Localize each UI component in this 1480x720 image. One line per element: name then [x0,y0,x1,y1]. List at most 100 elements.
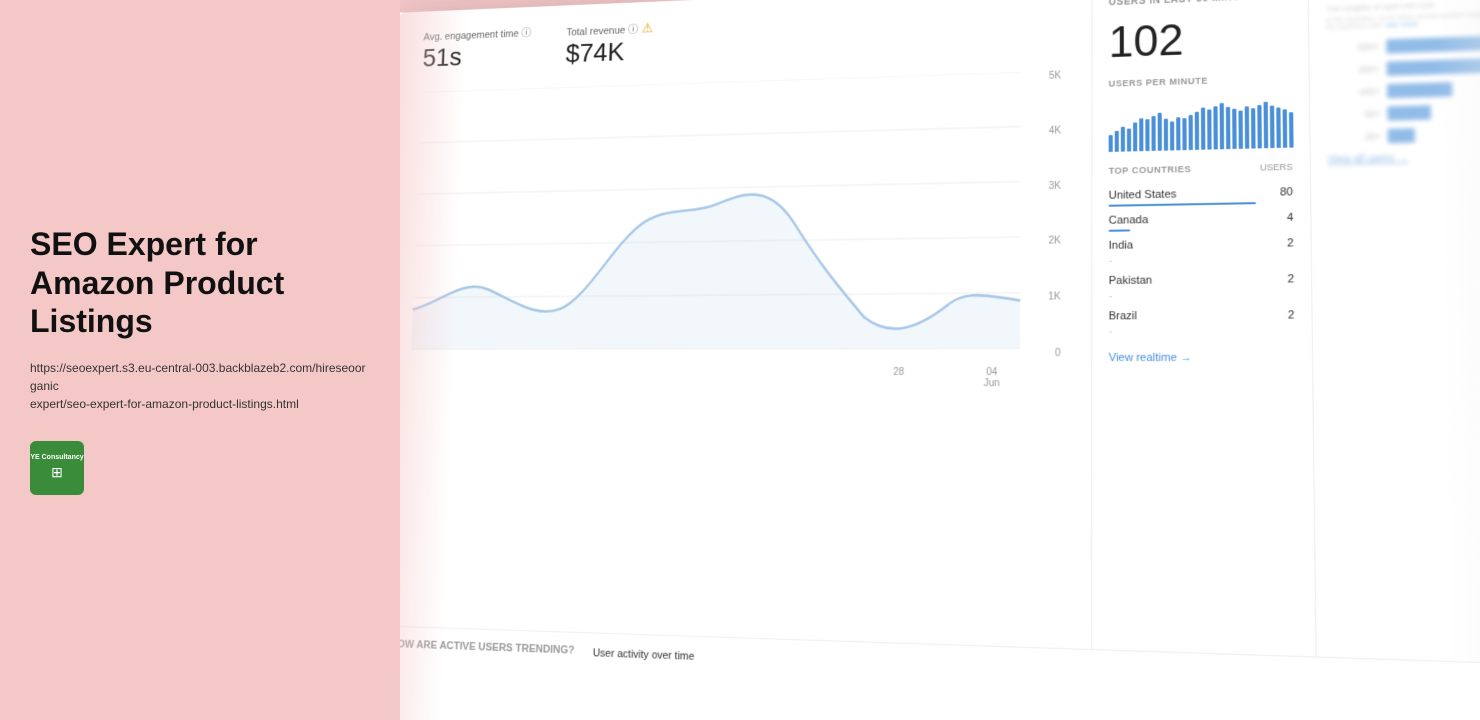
mini-bar-item [1264,102,1269,148]
country-count: 2 [1287,273,1294,285]
blurred-bar-fill [1387,105,1431,121]
country-item: Canada 4 [1109,212,1294,232]
right-panel: Avg. engagement time ⓘ 51s Total revenue… [400,0,1480,720]
mini-bar-item [1283,110,1288,148]
mini-bar-item [1213,106,1217,150]
country-name: Brazil [1109,310,1137,322]
blurred-bar-fill [1387,82,1453,98]
mini-bar-item [1189,115,1193,150]
users-per-min-label: USERS PER MINUTE [1109,73,1292,89]
right-side-panel: LIFETIME VALUE BY FIRST USER The heights… [1307,0,1480,666]
blurred-bar-row: 25+ [1327,125,1480,145]
view-realtime-link[interactable]: View realtime → [1109,352,1295,364]
mini-bar-item [1257,104,1262,148]
country-item: India2- [1109,237,1294,267]
top-countries-label: TOP COUNTRIES [1109,164,1191,176]
line-chart-svg [411,72,1021,350]
blurred-bar-fill [1386,35,1480,54]
analytics-inner: Avg. engagement time ⓘ 51s Total revenue… [400,0,1480,666]
country-name: Canada [1109,214,1149,227]
mini-bar-item [1127,128,1131,151]
country-name: Pakistan [1109,275,1152,288]
country-bar [1109,229,1131,231]
country-name: United States [1109,188,1177,201]
mini-bar-item [1289,112,1294,148]
mini-bar-item [1158,113,1162,151]
blurred-bar-label: 250+ [1327,64,1381,76]
mini-bar-item [1121,127,1125,152]
mini-bar-item [1109,135,1113,152]
blurred-bar-label: 500+ [1326,42,1380,54]
mini-bar-item [1151,116,1155,151]
user-activity-label: User activity over time [593,647,695,663]
line-chart-container: 5K 4K 3K 2K 1K 0 28 04Jun [409,70,1071,389]
y-label-3k: 3K [1049,180,1061,191]
mini-bar-item [1133,122,1137,151]
how-trending-label: HOW ARE ACTIVE USERS TRENDING? [400,638,575,656]
view-all-link[interactable]: View all users → [1328,150,1480,166]
y-label-5k: 5K [1049,71,1061,82]
logo-icon: ⊞ [51,464,63,481]
blurred-bar-fill [1388,128,1415,143]
realtime-header: USERS IN LAST 30 MINUTES [1109,0,1291,8]
x-label-28: 28 [893,367,904,389]
country-count: 80 [1280,186,1293,198]
blurred-bar-chart: 500+ 250+ 100+ 50+ 25+ [1326,33,1480,144]
realtime-panel: USERS IN LAST 30 MINUTES 102 USERS PER M… [1091,0,1316,656]
logo-badge[interactable]: YE Consultancy ⊞ [30,441,84,495]
y-label-1k: 1K [1048,292,1060,303]
y-label-2k: 2K [1048,236,1060,247]
warning-icon: ⚠ [642,20,654,36]
blurred-bar-label: 50+ [1327,109,1381,121]
page-title: SEO Expert for Amazon Product Listings [30,225,370,340]
logo-text: YE Consultancy [30,454,83,462]
mini-bar-item [1201,108,1205,150]
mini-bar-item [1226,107,1230,149]
main-chart-area: Avg. engagement time ⓘ 51s Total revenue… [400,0,1092,649]
x-label-04jun: 04Jun [983,367,999,389]
mini-bar-item [1176,117,1180,151]
blurred-bar-row: 250+ [1327,56,1480,78]
engagement-metric: Avg. engagement time ⓘ 51s [422,25,531,74]
chart-header: Avg. engagement time ⓘ 51s Total revenue… [422,3,1071,74]
y-label-0: 0 [1055,348,1061,359]
page-url: https://seoexpert.s3.eu-central-003.back… [30,359,370,413]
mini-bar-item [1164,119,1168,151]
mini-bar-item [1145,119,1149,151]
blurred-content: LIFETIME VALUE BY FIRST USER The heights… [1326,0,1480,166]
country-count: 4 [1287,212,1294,224]
users-col-label: USERS [1260,162,1293,173]
country-name: India [1109,239,1133,251]
engagement-value: 51s [422,40,531,73]
mini-bar-item [1182,118,1186,150]
country-dash: - [1109,289,1295,303]
x-axis-labels: 28 04Jun [409,367,1019,390]
left-panel: SEO Expert for Amazon Product Listings h… [0,0,400,720]
mini-bar-item [1195,112,1199,150]
mini-bar-item [1245,107,1250,149]
mini-bar-item [1170,121,1174,150]
blurred-bar-label: 25+ [1327,131,1381,143]
country-item: Brazil2- [1109,309,1295,337]
blurred-bar-row: 500+ [1326,33,1480,55]
mini-bar-item [1115,131,1119,152]
mini-bar-item [1139,118,1143,151]
blurred-bar-row: 50+ [1327,102,1480,123]
mini-bar-chart [1109,97,1293,152]
top-countries-header: TOP COUNTRIES USERS [1109,162,1293,176]
blurred-bar-fill [1387,58,1480,75]
country-bar [1109,202,1256,207]
analytics-wrapper: Avg. engagement time ⓘ 51s Total revenue… [400,0,1480,720]
country-list: United States80Canada4India2-Pakistan2-B… [1109,186,1295,337]
mini-bar-item [1232,109,1236,149]
revenue-metric: Total revenue ⓘ ⚠ $74K [565,20,653,69]
y-label-4k: 4K [1049,125,1061,136]
mini-bar-item [1276,107,1281,148]
country-dash: - [1109,325,1295,338]
blurred-bar-label: 100+ [1327,86,1381,98]
mini-bar-item [1270,106,1275,148]
users-count: 102 [1109,15,1292,65]
mini-bar-item [1220,103,1224,149]
mini-bar-item [1238,111,1242,149]
revenue-value: $74K [565,36,653,69]
